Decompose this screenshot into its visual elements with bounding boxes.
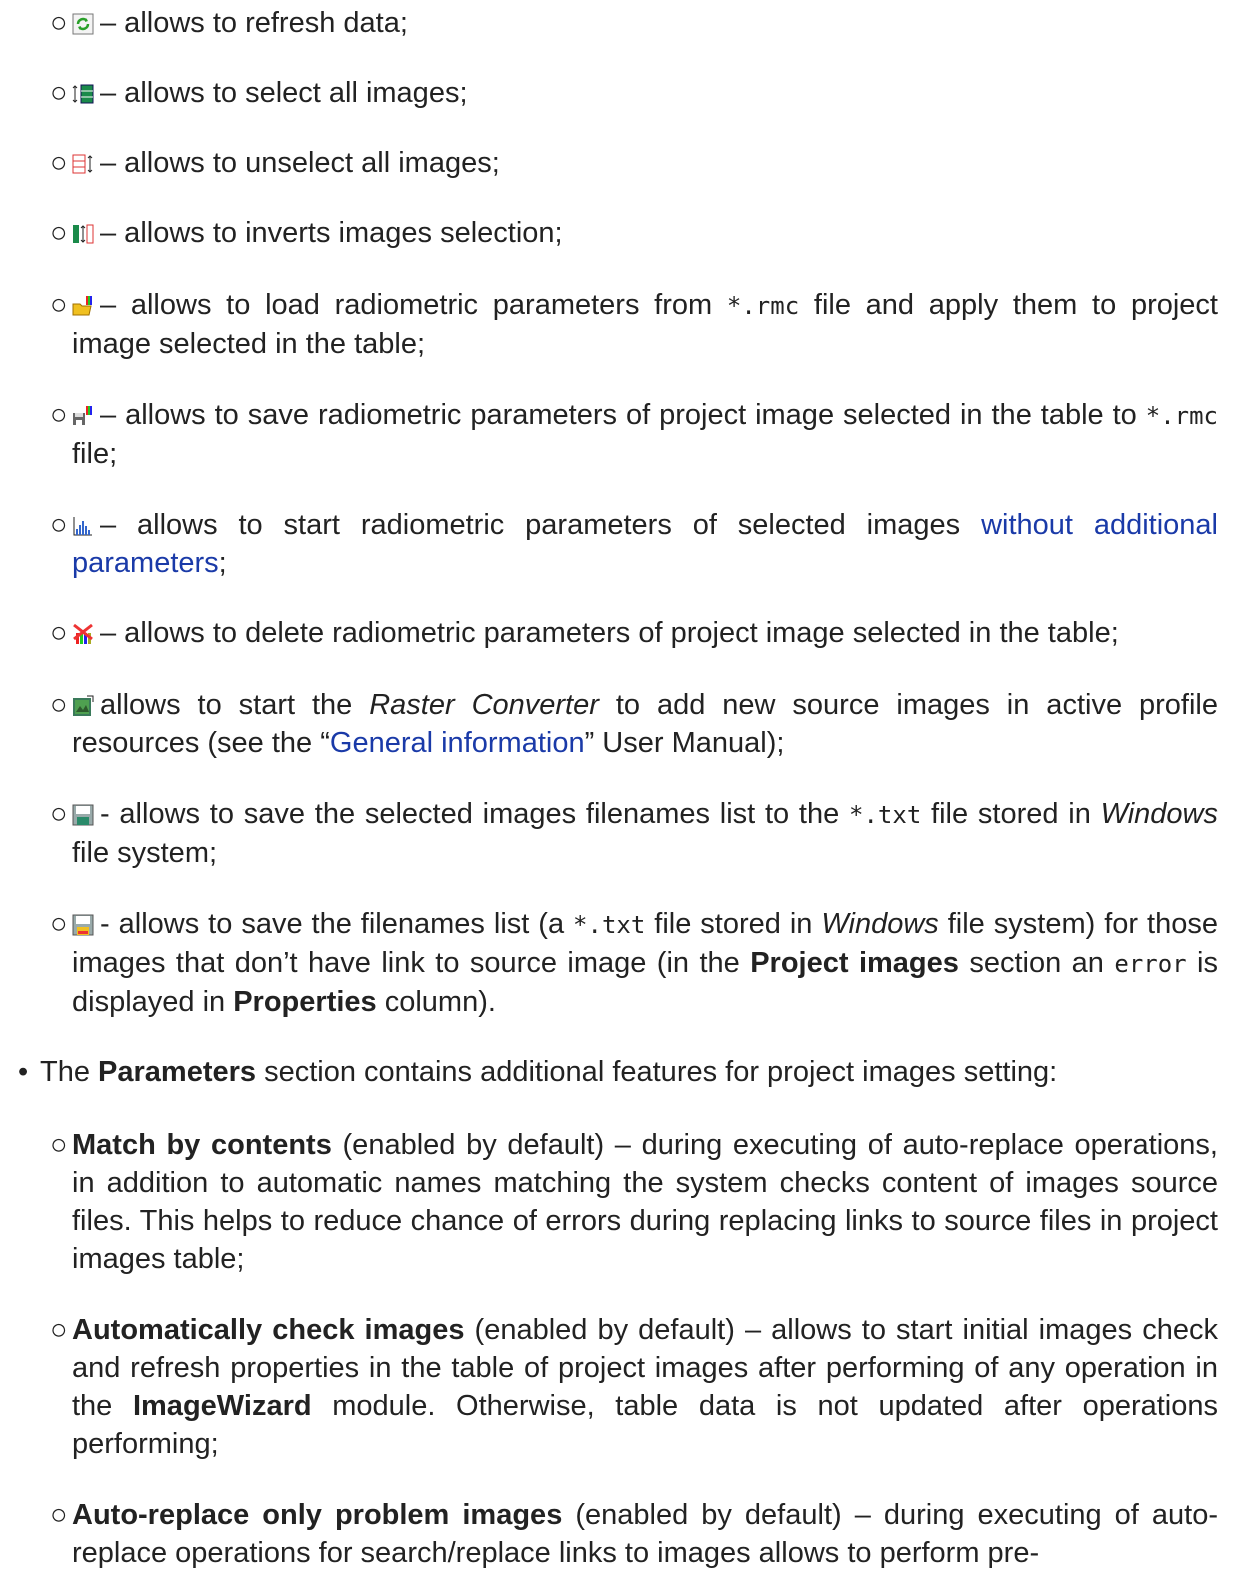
- item-text-a: The: [40, 1056, 99, 1088]
- item-code: *.rmc: [726, 292, 800, 320]
- item-text-c: file system;: [72, 837, 218, 869]
- refresh-icon: [72, 13, 94, 35]
- bullet: ○: [50, 1129, 68, 1161]
- item-bold: Auto-replace only problem images: [72, 1499, 563, 1531]
- item-em: Raster Converter: [369, 689, 599, 721]
- item-text-f: column).: [376, 986, 496, 1018]
- list-item-load-rmc: ○ – allows to load radiometric parameter…: [50, 286, 1218, 363]
- document-page: ○ – allows to refresh data; ○ – allows t…: [0, 0, 1235, 1571]
- list-item-delete-radiometric: ○ – allows to delete radiometric paramet…: [50, 614, 1218, 652]
- list-item-refresh: ○ – allows to refresh data;: [50, 4, 1218, 42]
- list-item-save-selected-list: ○ - allows to save the selected images f…: [50, 795, 1218, 872]
- item-em: Windows: [821, 908, 939, 940]
- list-item-select-all: ○ – allows to select all images;: [50, 74, 1218, 112]
- bullet: ○: [50, 908, 68, 940]
- load-rmc-icon: [72, 295, 94, 317]
- bullet: ○: [50, 147, 68, 179]
- item-text: – allows to delete radiometric parameter…: [100, 617, 1119, 649]
- item-text-b: section contains additional features for…: [256, 1056, 1058, 1088]
- item-text: – allows to refresh data;: [100, 7, 408, 39]
- list-item-start-radiometric: ○ – allows to start radiometric paramete…: [50, 506, 1218, 582]
- bullet: ○: [50, 399, 68, 431]
- item-text-b: ;: [218, 547, 227, 579]
- list-item-auto-check: ○ Automatically check images (enabled by…: [50, 1311, 1218, 1463]
- list-item-invert-selection: ○ – allows to inverts images selection;: [50, 214, 1218, 252]
- item-bold: Automatically check images: [72, 1314, 465, 1346]
- item-text-a: – allows to save radiometric parameters …: [100, 399, 1146, 431]
- list-item-auto-replace: ○ Auto-replace only problem images (enab…: [50, 1496, 1218, 1572]
- item-text-a: - allows to save the filenames list (a: [100, 908, 574, 940]
- item-text: – allows to select all images;: [100, 77, 468, 109]
- bullet: ○: [50, 1314, 68, 1346]
- bullet: ○: [50, 77, 68, 109]
- list-item-save-problem-list: ○ - allows to save the filenames list (a…: [50, 905, 1218, 1021]
- bullet: ○: [50, 1499, 68, 1531]
- item-text-a: allows to start the: [100, 689, 370, 721]
- bullet: ○: [50, 689, 68, 721]
- bullet: ○: [50, 7, 68, 39]
- save-problem-list-icon: [72, 914, 94, 936]
- item-text-a: – allows to load radiometric parameters …: [100, 289, 727, 321]
- save-rmc-icon: [72, 405, 94, 427]
- item-text-b: file stored in: [921, 798, 1101, 830]
- item-code: *.rmc: [1145, 402, 1218, 430]
- bullet: ○: [50, 217, 68, 249]
- item-code-error: error: [1114, 950, 1187, 978]
- item-bold-properties: Properties: [233, 986, 377, 1018]
- item-text-a: - allows to save the selected images fil…: [100, 798, 850, 830]
- item-text-d: section an: [958, 947, 1115, 979]
- list-item-unselect-all: ○ – allows to unselect all images;: [50, 144, 1218, 182]
- bullet: •: [18, 1056, 29, 1088]
- list-item-parameters: • The Parameters section contains additi…: [18, 1053, 1218, 1091]
- list-item-save-rmc: ○ – allows to save radiometric parameter…: [50, 396, 1218, 473]
- item-text-b: file stored in: [645, 908, 822, 940]
- list-item-raster-converter: ○ allows to start the Raster Converter t…: [50, 686, 1218, 762]
- bullet: ○: [50, 798, 68, 830]
- bullet: ○: [50, 617, 68, 649]
- item-code: *.txt: [573, 911, 646, 939]
- item-text-c: ” User Manual);: [584, 727, 785, 759]
- bullet: ○: [50, 289, 68, 321]
- item-text-a: – allows to start radiometric parameters…: [100, 509, 982, 541]
- item-code: *.txt: [849, 801, 922, 829]
- item-text-b: file;: [72, 438, 118, 470]
- invert-selection-icon: [72, 223, 94, 245]
- item-text: – allows to unselect all images;: [100, 147, 500, 179]
- item-bold-imagewizard: ImageWizard: [132, 1390, 312, 1422]
- select-all-icon: [72, 83, 94, 105]
- unselect-all-icon: [72, 153, 94, 175]
- item-bold: Parameters: [98, 1056, 257, 1088]
- item-text: – allows to inverts images selection;: [100, 217, 563, 249]
- item-bold: Project images: [750, 947, 959, 979]
- save-list-icon: [72, 804, 94, 826]
- link-general-information[interactable]: General information: [330, 727, 585, 759]
- radiometric-start-icon: [72, 515, 94, 537]
- bullet: ○: [50, 509, 68, 541]
- raster-converter-icon: [72, 695, 94, 717]
- delete-radiometric-icon: [72, 623, 94, 645]
- list-item-match-by-contents: ○ Match by contents (enabled by default)…: [50, 1126, 1218, 1278]
- item-bold: Match by contents: [72, 1129, 332, 1161]
- item-em: Windows: [1100, 798, 1218, 830]
